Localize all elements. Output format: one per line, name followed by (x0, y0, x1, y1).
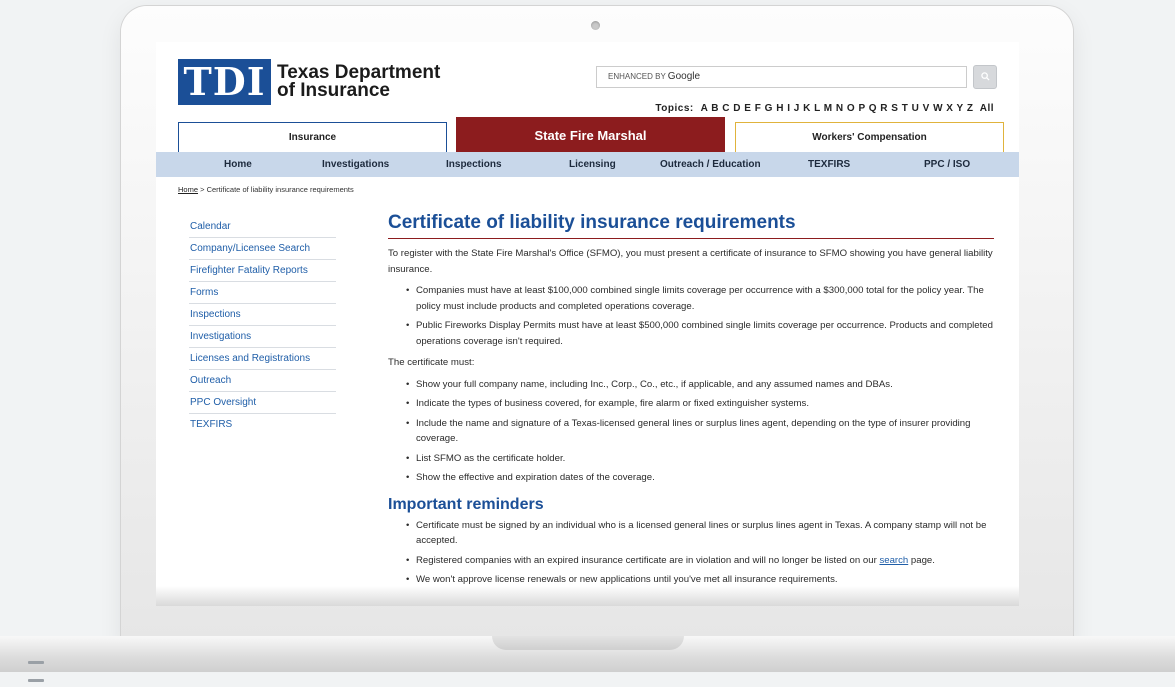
sidebar-item-forms[interactable]: Forms (189, 282, 336, 304)
nav-ppc-iso[interactable]: PPC / ISO (924, 152, 970, 177)
breadcrumb-home-link[interactable]: Home (178, 185, 198, 194)
list-item: Indicate the types of business covered, … (406, 396, 994, 412)
topics-all-link[interactable]: All (980, 103, 994, 114)
tdi-logo-mark: TDI (178, 59, 271, 105)
camera-icon (591, 21, 600, 30)
tab-insurance[interactable]: Insurance (178, 122, 447, 152)
sidebar-item-texfirs[interactable]: TEXFIRS (189, 414, 336, 435)
sidebar-item-ppc-oversight[interactable]: PPC Oversight (189, 392, 336, 414)
nav-inspections[interactable]: Inspections (446, 152, 502, 177)
sidebar-item-inspections[interactable]: Inspections (189, 304, 336, 326)
list-item: List SFMO as the certificate holder. (406, 451, 994, 467)
search-page-link[interactable]: search (879, 555, 908, 566)
list-item: Show the effective and expiration dates … (406, 470, 994, 486)
search-button[interactable] (973, 65, 997, 89)
reminders-heading: Important reminders (388, 495, 544, 513)
main-nav: Home Investigations Inspections Licensin… (156, 152, 1019, 177)
list-item: Public Fireworks Display Permits must ha… (406, 318, 994, 349)
topics-az-index: Topics: A B C D E F G H I J K L M N O P … (655, 103, 994, 114)
sidebar-item-firefighter-fatality-reports[interactable]: Firefighter Fatality Reports (189, 260, 336, 282)
tab-state-fire-marshal[interactable]: State Fire Marshal (456, 117, 725, 152)
search-input[interactable]: ENHANCED BY Google (596, 66, 967, 88)
search-icon (980, 72, 990, 81)
laptop-notch (492, 636, 684, 650)
main-content: Certificate of liability insurance requi… (388, 210, 994, 594)
breadcrumb-separator: > (200, 185, 205, 194)
page-title: Certificate of liability insurance requi… (388, 210, 994, 239)
sidebar-item-company-licensee-search[interactable]: Company/Licensee Search (189, 238, 336, 260)
intro-paragraph: To register with the State Fire Marshal'… (388, 248, 993, 275)
sidebar-item-licenses-registrations[interactable]: Licenses and Registrations (189, 348, 336, 370)
certificate-label: The certificate must: (388, 357, 475, 368)
breadcrumb-current: Certificate of liability insurance requi… (206, 185, 354, 194)
sidebar-menu: Calendar Company/Licensee Search Firefig… (189, 216, 336, 435)
nav-licensing[interactable]: Licensing (569, 152, 616, 177)
tdi-logo-text: Texas Department of Insurance (277, 63, 440, 101)
coverage-list: Companies must have at least $100,000 co… (388, 283, 994, 349)
vent-icon (28, 651, 70, 682)
topics-label: Topics: (655, 103, 694, 114)
sidebar-item-calendar[interactable]: Calendar (189, 216, 336, 238)
sidebar-item-outreach[interactable]: Outreach (189, 370, 336, 392)
browser-screen: TDI Texas Department of Insurance ENHANC… (156, 42, 1019, 606)
nav-texfirs[interactable]: TEXFIRS (808, 152, 850, 177)
list-item: Registered companies with an expired ins… (406, 553, 994, 569)
list-item: Certificate must be signed by an individ… (406, 518, 994, 549)
breadcrumb: Home > Certificate of liability insuranc… (178, 185, 354, 194)
list-item: Show your full company name, including I… (406, 377, 994, 393)
list-item: Include the name and signature of a Texa… (406, 416, 994, 447)
logo-line-2: of Insurance (277, 80, 390, 101)
topics-letters[interactable]: A B C D E F G H I J K L M N O P Q R S T … (701, 103, 974, 114)
list-item: We won't approve license renewals or new… (406, 572, 994, 588)
list-item: Companies must have at least $100,000 co… (406, 283, 994, 314)
nav-investigations[interactable]: Investigations (322, 152, 389, 177)
nav-outreach-education[interactable]: Outreach / Education (660, 152, 761, 177)
tdi-logo[interactable]: TDI Texas Department of Insurance (178, 59, 440, 105)
sidebar-item-investigations[interactable]: Investigations (189, 326, 336, 348)
nav-home[interactable]: Home (224, 152, 252, 177)
certificate-requirements-list: Show your full company name, including I… (388, 377, 994, 486)
search-branding: ENHANCED BY Google (608, 71, 701, 82)
tab-workers-compensation[interactable]: Workers' Compensation (735, 122, 1004, 152)
reminders-list: Certificate must be signed by an individ… (388, 518, 994, 588)
